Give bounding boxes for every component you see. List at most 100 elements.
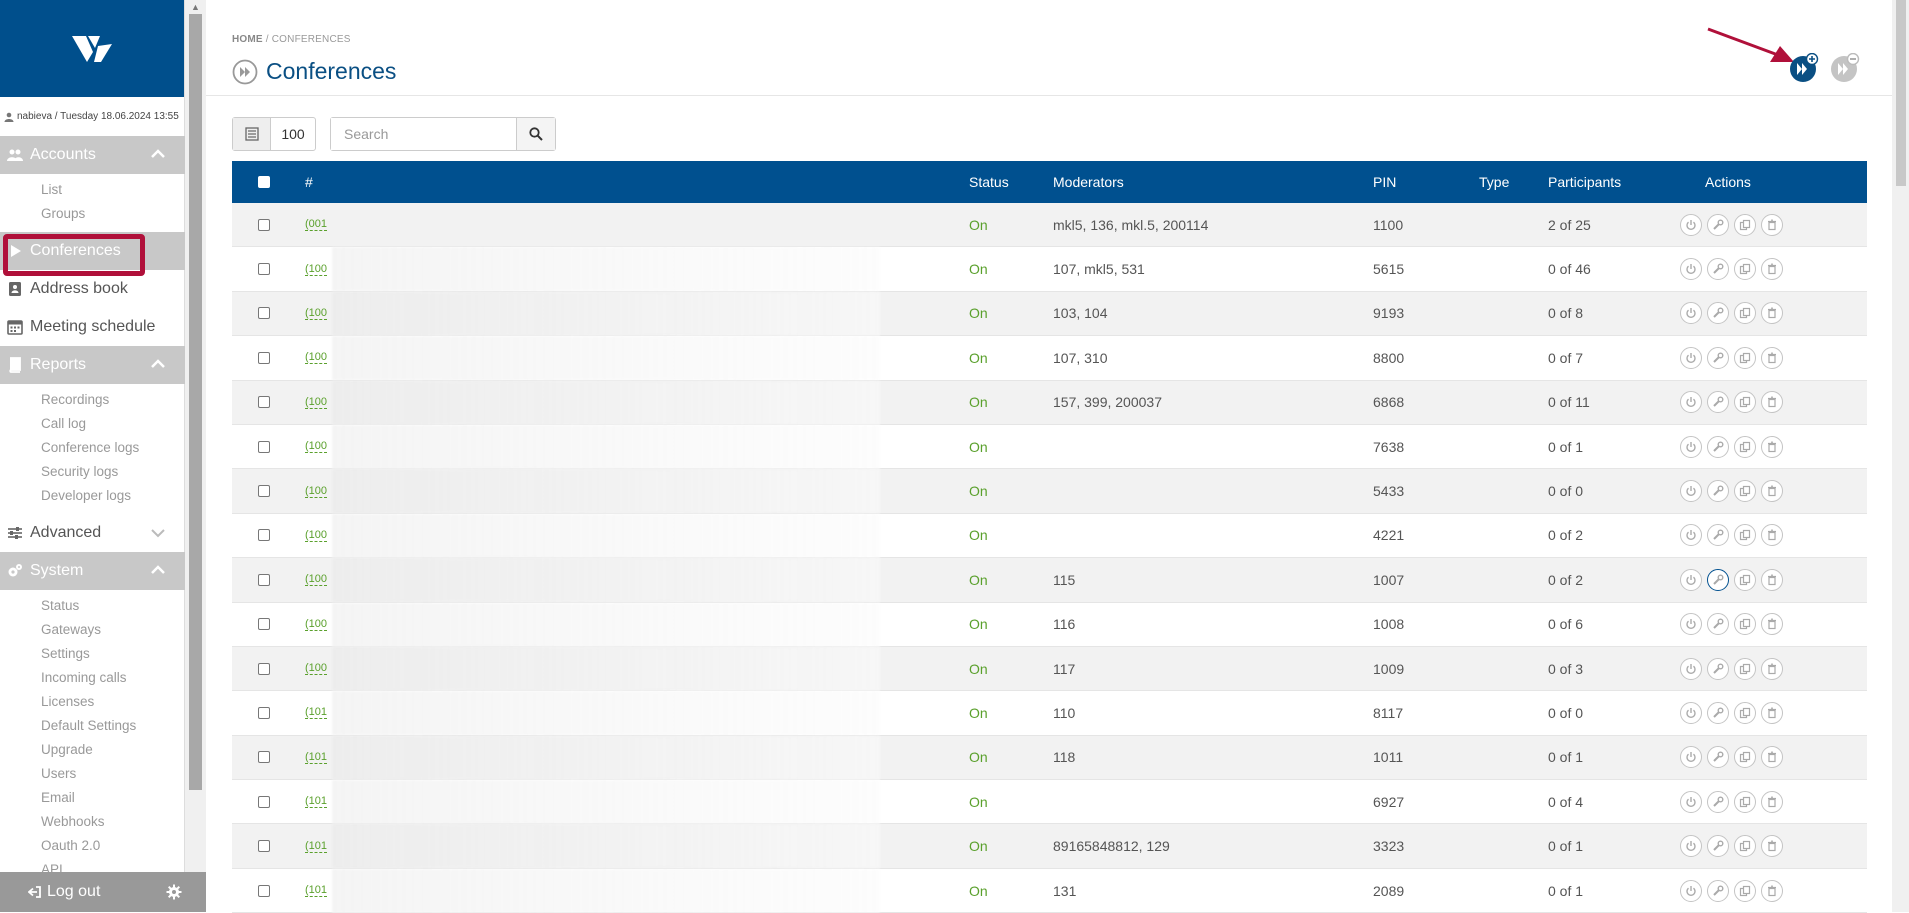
- sidebar-item-security-logs[interactable]: Security logs: [0, 460, 185, 484]
- row-checkbox[interactable]: [258, 573, 270, 586]
- header-num[interactable]: #: [305, 174, 313, 190]
- delete-button[interactable]: [1761, 613, 1783, 636]
- header-status[interactable]: Status: [969, 174, 1009, 190]
- copy-button[interactable]: [1734, 302, 1756, 325]
- sidebar-scrollbar-thumb[interactable]: [189, 14, 202, 790]
- row-checkbox[interactable]: [258, 751, 270, 764]
- delete-button[interactable]: [1761, 790, 1783, 813]
- sidebar-section-accounts[interactable]: Accounts: [0, 136, 185, 174]
- sidebar-item-status[interactable]: Status: [0, 594, 185, 618]
- header-pin[interactable]: PIN: [1373, 174, 1396, 190]
- search-button[interactable]: [517, 118, 555, 150]
- delete-button[interactable]: [1761, 657, 1783, 680]
- conference-number-link[interactable]: (101: [305, 706, 328, 720]
- toggle-button[interactable]: [1680, 746, 1702, 769]
- select-all-checkbox[interactable]: [258, 176, 270, 188]
- row-checkbox[interactable]: [258, 218, 270, 231]
- sidebar-scrollbar[interactable]: ▲: [185, 0, 206, 872]
- remove-conference-icon[interactable]: [1830, 53, 1860, 83]
- logo[interactable]: [0, 0, 184, 97]
- copy-button[interactable]: [1734, 213, 1756, 236]
- conference-number-link[interactable]: (101: [305, 884, 328, 898]
- row-checkbox[interactable]: [258, 618, 270, 631]
- conference-number-link[interactable]: (100: [305, 307, 328, 320]
- row-checkbox[interactable]: [258, 307, 270, 320]
- delete-button[interactable]: [1761, 391, 1783, 414]
- sidebar-item-incoming-calls[interactable]: Incoming calls: [0, 666, 185, 690]
- sidebar-item-call-log[interactable]: Call log: [0, 412, 185, 436]
- sidebar-section-system[interactable]: System: [0, 552, 185, 590]
- toggle-button[interactable]: [1680, 213, 1702, 236]
- delete-button[interactable]: [1761, 346, 1783, 369]
- delete-button[interactable]: [1761, 524, 1783, 547]
- copy-button[interactable]: [1734, 346, 1756, 369]
- sidebar-item-conference-logs[interactable]: Conference logs: [0, 436, 185, 460]
- row-checkbox[interactable]: [258, 840, 270, 853]
- delete-button[interactable]: [1761, 213, 1783, 236]
- copy-button[interactable]: [1734, 391, 1756, 414]
- edit-button[interactable]: [1707, 213, 1729, 236]
- edit-button[interactable]: [1707, 879, 1729, 902]
- logout-button[interactable]: Log out: [47, 883, 100, 901]
- edit-button[interactable]: [1707, 613, 1729, 636]
- row-checkbox[interactable]: [258, 529, 270, 542]
- copy-button[interactable]: [1734, 701, 1756, 724]
- conference-number-link[interactable]: (100: [305, 440, 328, 454]
- edit-button[interactable]: [1707, 790, 1729, 813]
- delete-button[interactable]: [1761, 435, 1783, 458]
- sidebar-section-reports[interactable]: Reports: [0, 346, 185, 384]
- row-checkbox[interactable]: [258, 440, 270, 453]
- conference-number-link[interactable]: (101: [305, 795, 328, 809]
- delete-button[interactable]: [1761, 835, 1783, 858]
- conference-number-link[interactable]: (101: [305, 751, 328, 764]
- conference-number-link[interactable]: (100: [305, 618, 328, 631]
- conference-number-link[interactable]: (100: [305, 485, 328, 498]
- copy-button[interactable]: [1734, 657, 1756, 680]
- sidebar-item-users[interactable]: Users: [0, 762, 185, 786]
- copy-button[interactable]: [1734, 613, 1756, 636]
- toggle-button[interactable]: [1680, 568, 1702, 591]
- copy-button[interactable]: [1734, 568, 1756, 591]
- copy-button[interactable]: [1734, 790, 1756, 813]
- edit-button[interactable]: [1707, 568, 1729, 591]
- toggle-button[interactable]: [1680, 701, 1702, 724]
- sidebar-item-address-book[interactable]: Address book: [0, 270, 185, 308]
- conference-number-link[interactable]: (100: [305, 263, 328, 276]
- conference-number-link[interactable]: (100: [305, 351, 328, 365]
- toggle-button[interactable]: [1680, 480, 1702, 503]
- toggle-button[interactable]: [1680, 835, 1702, 858]
- header-moderators[interactable]: Moderators: [1053, 174, 1124, 190]
- sidebar-item-developer-logs[interactable]: Developer logs: [0, 484, 185, 508]
- sidebar-item-meeting-schedule[interactable]: Meeting schedule: [0, 308, 185, 346]
- edit-button[interactable]: [1707, 480, 1729, 503]
- copy-button[interactable]: [1734, 435, 1756, 458]
- sidebar-section-advanced[interactable]: Advanced: [0, 514, 185, 552]
- page-scrollbar[interactable]: [1892, 0, 1909, 912]
- delete-button[interactable]: [1761, 879, 1783, 902]
- sidebar-item-email[interactable]: Email: [0, 786, 185, 810]
- conference-number-link[interactable]: (100: [305, 573, 328, 587]
- toggle-button[interactable]: [1680, 346, 1702, 369]
- edit-button[interactable]: [1707, 701, 1729, 724]
- edit-button[interactable]: [1707, 835, 1729, 858]
- row-checkbox[interactable]: [258, 884, 270, 897]
- toggle-button[interactable]: [1680, 613, 1702, 636]
- edit-button[interactable]: [1707, 524, 1729, 547]
- breadcrumb-home[interactable]: HOME: [232, 34, 263, 45]
- conference-number-link[interactable]: (100: [305, 529, 328, 542]
- delete-button[interactable]: [1761, 568, 1783, 591]
- row-checkbox[interactable]: [258, 396, 270, 409]
- sidebar-item-list[interactable]: List: [0, 178, 185, 202]
- toggle-button[interactable]: [1680, 524, 1702, 547]
- copy-button[interactable]: [1734, 835, 1756, 858]
- delete-button[interactable]: [1761, 480, 1783, 503]
- toggle-button[interactable]: [1680, 391, 1702, 414]
- sidebar-item-webhooks[interactable]: Webhooks: [0, 810, 185, 834]
- sidebar-item-api[interactable]: API: [0, 858, 185, 872]
- sidebar-item-recordings[interactable]: Recordings: [0, 388, 185, 412]
- sidebar-item-gateways[interactable]: Gateways: [0, 618, 185, 642]
- edit-button[interactable]: [1707, 746, 1729, 769]
- delete-button[interactable]: [1761, 302, 1783, 325]
- copy-button[interactable]: [1734, 480, 1756, 503]
- toggle-button[interactable]: [1680, 258, 1702, 281]
